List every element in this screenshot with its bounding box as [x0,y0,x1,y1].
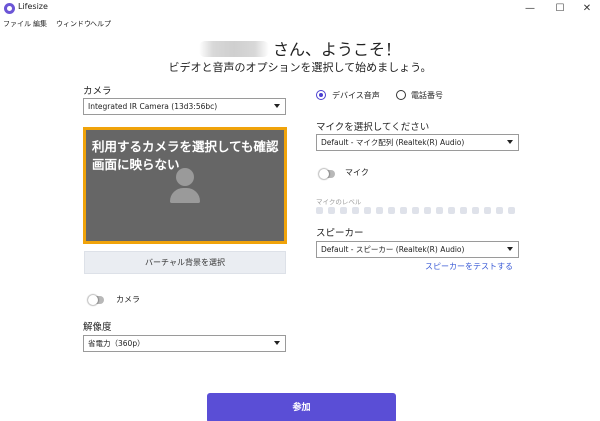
mic-select-value: Default - マイク配列 (Realtek(R) Audio) [321,138,465,147]
mic-level-segment [508,207,515,214]
mic-level-segment [400,207,407,214]
maximize-button[interactable]: ☐ [545,0,575,18]
resolution-select-value: 省電力（360p） [88,339,145,348]
chevron-down-icon [507,140,513,144]
resolution-select[interactable]: 省電力（360p） [83,335,286,352]
blurred-user-name [198,41,269,57]
menu-help[interactable]: ヘルプ [90,19,111,29]
mic-level-segment [316,207,323,214]
menu-file[interactable]: ファイル [3,19,31,29]
mic-level-segment [364,207,371,214]
camera-toggle-label: カメラ [116,295,140,304]
mic-label: マイクを選択してください [316,122,430,133]
menu-edit[interactable]: 編集 [33,19,47,29]
greeting-text: さん、ようこそ！ [272,40,401,59]
camera-select-value: Integrated IR Camera (13d3:56bc) [88,102,218,111]
close-button[interactable]: ✕ [572,0,600,18]
mic-toggle-label: マイク [345,168,369,177]
phone-number-label: 電話番号 [411,91,443,100]
app-title: Lifesize [18,2,48,11]
mic-toggle[interactable] [319,169,335,179]
mic-level-segment [424,207,431,214]
lifesize-logo-icon [4,3,15,14]
camera-toggle[interactable] [88,295,104,305]
virtual-background-button[interactable]: バーチャル背景を選択 [84,251,286,274]
mic-level-segment [484,207,491,214]
greeting-subtitle: ビデオと音声のオプションを選択して始めましょう。 [168,61,432,74]
mic-level-segment [496,207,503,214]
mic-level-segment [472,207,479,214]
chevron-down-icon [274,341,280,345]
resolution-label: 解像度 [83,322,112,333]
mic-level-segment [352,207,359,214]
avatar-placeholder-icon [176,168,194,186]
device-audio-radio[interactable] [316,90,326,100]
speaker-label: スピーカー [316,228,364,239]
mic-level-segment [448,207,455,214]
mic-select[interactable]: Default - マイク配列 (Realtek(R) Audio) [316,134,519,151]
title-bar: Lifesize — ☐ ✕ [0,0,600,18]
mic-level-segment [340,207,347,214]
mic-level-segment [328,207,335,214]
menu-window[interactable]: ウィンドウ [56,19,91,29]
camera-preview: 利用するカメラを選択しても確認画面に映らない [83,127,287,244]
mic-level-segment [412,207,419,214]
phone-number-radio[interactable] [396,90,406,100]
menu-bar: ファイル 編集 ウィンドウ ヘルプ [0,18,600,32]
camera-label: カメラ [83,86,112,97]
test-speaker-link[interactable]: スピーカーをテストする [425,261,513,272]
mic-level-segment [460,207,467,214]
camera-select[interactable]: Integrated IR Camera (13d3:56bc) [83,98,286,115]
mic-level-segment [376,207,383,214]
speaker-select-value: Default - スピーカー (Realtek(R) Audio) [321,245,465,254]
chevron-down-icon [274,104,280,108]
mic-level-label: マイクのレベル [316,198,362,206]
mic-level-segment [436,207,443,214]
speaker-select[interactable]: Default - スピーカー (Realtek(R) Audio) [316,241,519,258]
minimize-button[interactable]: — [515,0,545,18]
device-audio-label: デバイス音声 [332,91,380,100]
join-button[interactable]: 参加 [207,393,396,421]
avatar-placeholder-body [170,188,200,203]
chevron-down-icon [507,247,513,251]
greeting-heading: さん、ようこそ！ [0,36,600,60]
mic-level-segment [388,207,395,214]
